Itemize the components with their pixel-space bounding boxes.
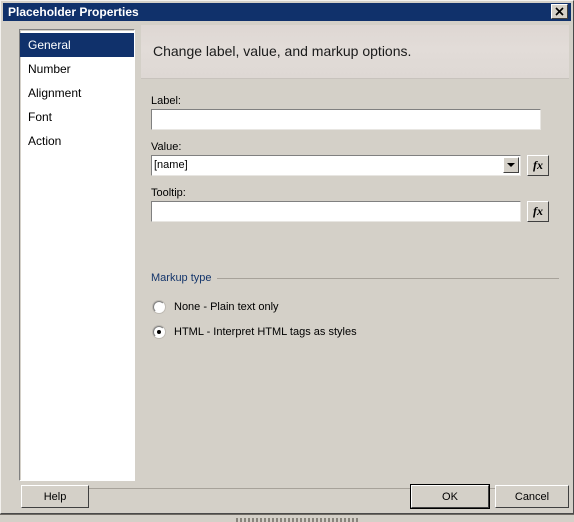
sidebar-item-general[interactable]: General bbox=[20, 33, 134, 57]
chevron-down-icon[interactable] bbox=[503, 157, 519, 173]
chevron-down-glyph bbox=[507, 163, 515, 167]
label-input[interactable] bbox=[151, 109, 541, 130]
window-title: Placeholder Properties bbox=[8, 5, 139, 19]
fx-label: fx bbox=[533, 204, 543, 218]
radio-markup-none[interactable]: None - Plain text only bbox=[153, 301, 279, 313]
radio-circle-icon bbox=[153, 301, 165, 313]
content-panel: Change label, value, and markup options.… bbox=[141, 25, 569, 481]
help-button[interactable]: Help bbox=[21, 485, 89, 508]
sidebar-item-label: Number bbox=[28, 62, 71, 76]
sidebar-item-number[interactable]: Number bbox=[20, 57, 134, 81]
value-combobox-input[interactable]: [name] bbox=[151, 155, 521, 176]
radio-markup-html[interactable]: HTML - Interpret HTML tags as styles bbox=[153, 326, 357, 338]
title-bar: Placeholder Properties bbox=[3, 3, 571, 21]
sidebar-item-label: Font bbox=[28, 110, 53, 124]
background-window-content bbox=[236, 518, 360, 522]
close-x-glyph bbox=[555, 7, 564, 16]
label-field-caption: Label: bbox=[151, 95, 181, 107]
sidebar-item-font[interactable]: Font bbox=[20, 105, 134, 129]
radio-dot bbox=[157, 330, 161, 334]
sidebar-item-label: General bbox=[28, 38, 71, 52]
radio-label: HTML - Interpret HTML tags as styles bbox=[174, 326, 357, 338]
sidebar-item-label: Action bbox=[28, 134, 62, 148]
sidebar-item-alignment[interactable]: Alignment bbox=[20, 81, 134, 105]
tooltip-field-caption: Tooltip: bbox=[151, 187, 186, 199]
radio-label: None - Plain text only bbox=[174, 301, 279, 313]
help-button-label: Help bbox=[43, 490, 67, 503]
placeholder-properties-dialog: Placeholder Properties General Number Al… bbox=[0, 0, 574, 514]
radio-circle-selected-icon bbox=[153, 326, 165, 338]
fx-label: fx bbox=[533, 158, 543, 172]
sidebar-item-action[interactable]: Action bbox=[20, 129, 134, 153]
tooltip-input[interactable] bbox=[151, 201, 521, 222]
cancel-button[interactable]: Cancel bbox=[495, 485, 569, 508]
category-list[interactable]: General Number Alignment Font Action bbox=[19, 29, 135, 481]
ok-button-label: OK bbox=[442, 490, 458, 503]
tooltip-function-button[interactable]: fx bbox=[527, 201, 549, 222]
page-title: Change label, value, and markup options. bbox=[153, 43, 412, 59]
value-field-caption: Value: bbox=[151, 141, 182, 153]
close-icon[interactable] bbox=[551, 4, 568, 19]
markup-type-group-title: Markup type bbox=[151, 272, 217, 284]
ok-button[interactable]: OK bbox=[410, 484, 490, 509]
sidebar-item-label: Alignment bbox=[28, 86, 82, 100]
cancel-button-label: Cancel bbox=[514, 490, 550, 503]
value-function-button[interactable]: fx bbox=[527, 155, 549, 176]
